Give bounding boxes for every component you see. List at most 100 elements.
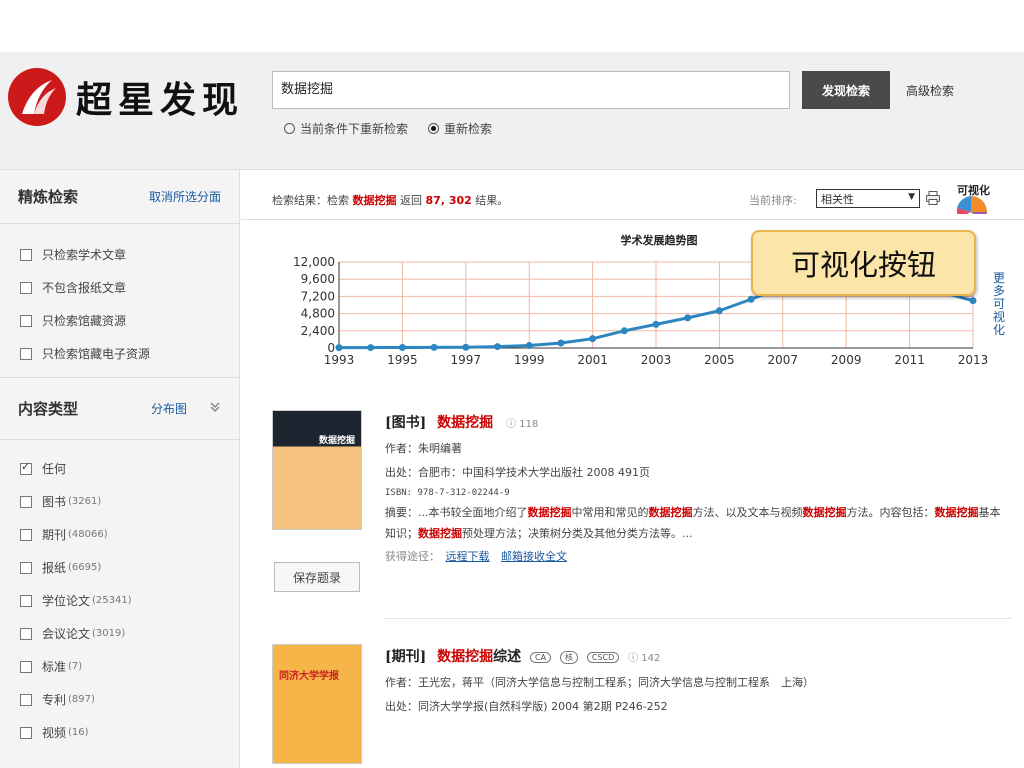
logo[interactable]: 超星发现 (8, 68, 244, 126)
type-item-label: 学位论文 (42, 594, 91, 608)
chart-point[interactable] (589, 335, 597, 343)
chart-point[interactable] (969, 297, 977, 305)
visualization-callout: 可视化按钮 (751, 230, 976, 296)
cite-value: 118 (519, 419, 539, 430)
result-title-keyword: 数据挖掘 (437, 649, 494, 665)
access-label: 获得途径： (385, 550, 440, 563)
refine-item-label: 不包含报纸文章 (42, 281, 127, 295)
result-item: 数据挖掘 保存题录 [图书] 数据挖掘 ⓘ 118 作者：朱明编著 出处：合肥市… (272, 410, 1012, 610)
refine-item-library-electronic[interactable]: 只检索馆藏电子资源 (20, 337, 239, 370)
y-tick-label: 9,600 (301, 272, 335, 286)
type-item-label: 会议论文 (42, 627, 91, 641)
x-tick-label: 2005 (704, 353, 735, 367)
chart-point[interactable] (494, 343, 501, 351)
type-item-any[interactable]: 任何 (20, 452, 239, 485)
dropdown-arrow-icon: ▼ (908, 192, 915, 202)
type-item-label: 专利 (42, 693, 67, 707)
x-tick-label: 2001 (577, 353, 608, 367)
chart-point[interactable] (462, 343, 470, 351)
y-tick-label: 2,400 (301, 324, 335, 338)
chart-point[interactable] (684, 314, 692, 322)
chart-point[interactable] (747, 295, 755, 303)
remote-download-link[interactable]: 远程下载 (446, 550, 490, 563)
result-item: 同济大学学报 [期刊] 数据挖掘综述 CA 核 CSCD ⓘ 142 作者：王光… (272, 644, 1012, 768)
clear-facets-link[interactable]: 取消所选分面 (149, 188, 221, 205)
checkbox-icon (20, 594, 32, 607)
visualization-button[interactable]: 可视化 (949, 184, 993, 224)
sort-select[interactable]: 相关性 ▼ (816, 189, 920, 208)
content-type-title: 内容类型 (18, 400, 79, 418)
results-summary: 检索结果：检索 数据挖掘 返回 87, 302 结果。 (272, 192, 508, 208)
result-abstract: 摘要：...本书较全面地介绍了数据挖掘中常用和常见的数据挖掘方法、以及文本与视频… (385, 502, 1005, 544)
refine-title: 精炼检索 (18, 188, 79, 206)
chart-x-ticks: 1993 1995 1997 1999 2001 2003 2005 2007 2009 2011… (324, 353, 989, 367)
journal-cover-image[interactable]: 同济大学学报 (272, 644, 362, 764)
refine-item-library[interactable]: 只检索馆藏资源 (20, 304, 239, 337)
chart-point[interactable] (715, 307, 723, 315)
abstract-text: 预处理方法；决策树分类及其他分类方法等。... (462, 527, 693, 540)
result-title[interactable]: [期刊] 数据挖掘综述 CA 核 CSCD ⓘ 142 (385, 646, 814, 666)
x-tick-label: 2011 (894, 353, 925, 367)
chart-point[interactable] (430, 343, 438, 351)
abstract-keyword: 数据挖掘 (418, 527, 462, 540)
search-input[interactable]: 数据挖掘 (272, 71, 790, 109)
refine-item-academic[interactable]: 只检索学术文章 (20, 238, 239, 271)
results-count: 87, 302 (425, 194, 472, 207)
type-item-thesis[interactable]: 学位论文 (25341) (20, 584, 239, 617)
type-item-label: 图书 (42, 495, 67, 509)
email-fulltext-link[interactable]: 邮箱接收全文 (501, 550, 567, 563)
refine-list: 只检索学术文章 不包含报纸文章 只检索馆藏资源 只检索馆藏电子资源 (0, 224, 239, 378)
type-item-patent[interactable]: 专利 (897) (20, 683, 239, 716)
radio-refine-current[interactable]: 当前条件下重新检索 (284, 120, 408, 137)
results-prefix: 检索结果：检索 (272, 194, 349, 207)
chevron-double-down-icon[interactable] (209, 401, 221, 416)
chart-point[interactable] (525, 341, 533, 349)
type-item-video[interactable]: 视频 (16) (20, 716, 239, 749)
result-type: [图书] (385, 415, 427, 431)
abstract-keyword: 数据挖掘 (648, 506, 693, 519)
logo-text: 超星发现 (76, 79, 245, 121)
type-item-label: 期刊 (42, 528, 67, 542)
main-content: 检索结果：检索 数据挖掘 返回 87, 302 结果。 当前排序: 相关性 ▼ (241, 170, 1024, 768)
chart-point[interactable] (620, 327, 628, 335)
results-keyword: 数据挖掘 (352, 194, 397, 207)
checkbox-icon (20, 347, 32, 360)
chart-point[interactable] (367, 344, 375, 352)
chart-point[interactable] (398, 343, 406, 351)
chart-point[interactable] (652, 320, 660, 328)
advanced-search-link[interactable]: 高级检索 (906, 82, 954, 99)
results-bar: 检索结果：检索 数据挖掘 返回 87, 302 结果。 当前排序: 相关性 ▼ (241, 170, 1024, 224)
abstract-text: 方法。内容包括： (846, 506, 935, 519)
book-cover-image[interactable]: 数据挖掘 (272, 410, 362, 530)
chart-point[interactable] (557, 339, 565, 347)
cover-title: 数据挖掘 (318, 436, 355, 446)
type-item-journal[interactable]: 期刊 (48066) (20, 518, 239, 551)
save-citation-button[interactable]: 保存题录 (274, 562, 360, 592)
radio-label: 重新检索 (444, 122, 493, 136)
chart-point[interactable] (335, 344, 343, 352)
distribution-link[interactable]: 分布图 (151, 400, 187, 417)
search-mode-radios: 当前条件下重新检索 重新检索 (284, 120, 492, 137)
type-item-conference[interactable]: 会议论文 (3019) (20, 617, 239, 650)
x-tick-label: 2013 (958, 353, 989, 367)
checkbox-icon (20, 693, 32, 706)
x-tick-label: 2009 (831, 353, 862, 367)
y-tick-label: 7,200 (301, 289, 335, 303)
checkbox-icon (20, 281, 32, 294)
radio-new-search[interactable]: 重新检索 (428, 120, 492, 137)
print-icon[interactable] (925, 190, 941, 206)
page: 超星发现 数据挖掘 发现检索 高级检索 当前条件下重新检索 重新检索 精炼检索 … (0, 0, 1024, 768)
y-tick-label: 12,000 (293, 255, 335, 269)
refine-item-no-newspaper[interactable]: 不包含报纸文章 (20, 271, 239, 304)
results-middle: 返回 (400, 194, 422, 207)
type-item-count: (48066) (68, 529, 108, 540)
type-item-newspaper[interactable]: 报纸 (6695) (20, 551, 239, 584)
x-tick-label: 1993 (324, 353, 355, 367)
chart-y-ticks: 02,4004,8007,2009,60012,000 (293, 255, 335, 355)
y-tick-label: 4,800 (301, 307, 335, 321)
results-suffix: 结果。 (475, 194, 509, 207)
type-item-book[interactable]: 图书 (3261) (20, 485, 239, 518)
type-item-standard[interactable]: 标准 (7) (20, 650, 239, 683)
search-button[interactable]: 发现检索 (802, 71, 890, 109)
result-title[interactable]: [图书] 数据挖掘 ⓘ 118 (385, 412, 1005, 432)
